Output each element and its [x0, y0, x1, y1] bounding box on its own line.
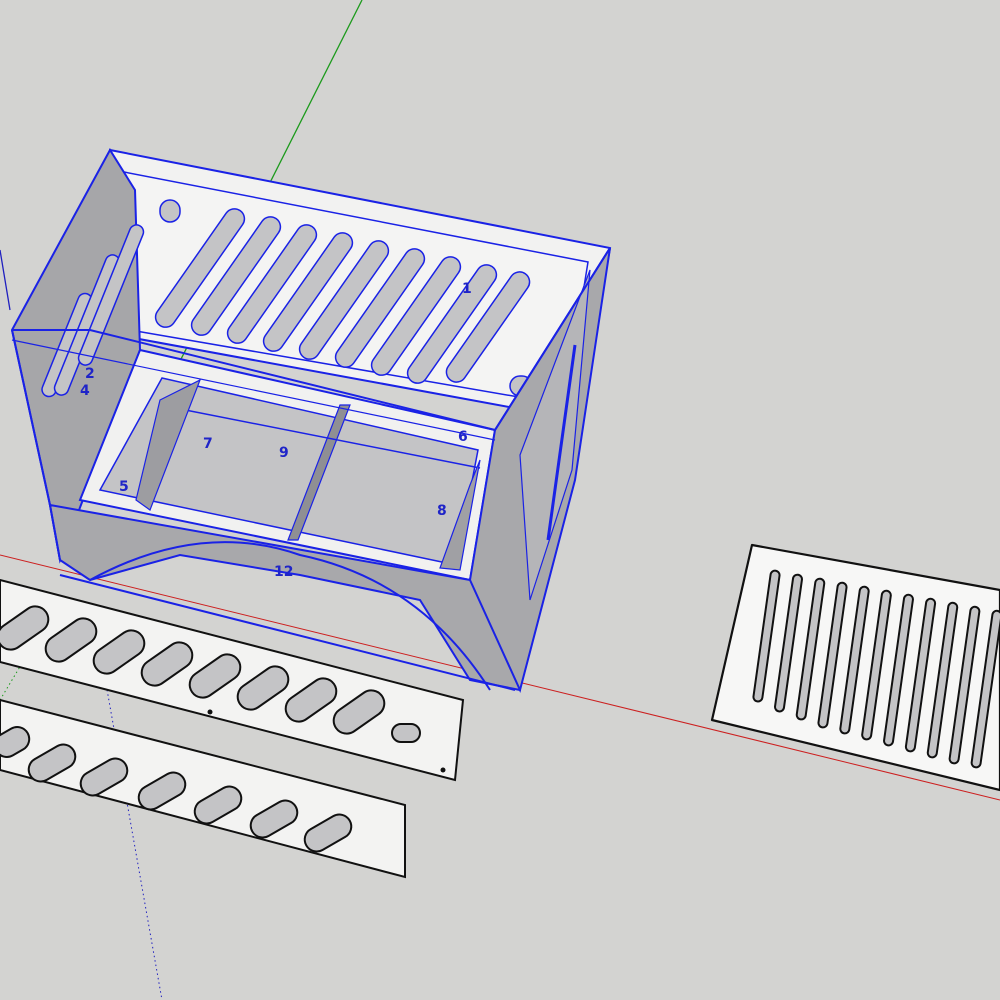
part-label-8: 8: [437, 503, 447, 519]
part-label-1: 1: [462, 281, 472, 297]
scene-canvas[interactable]: 1 2 4 5 6 7 8 9 12: [0, 0, 1000, 1000]
modeling-viewport[interactable]: 1 2 4 5 6 7 8 9 12: [0, 0, 1000, 1000]
part-label-9: 9: [279, 445, 289, 461]
part-label-4: 4: [80, 383, 90, 399]
part-label-7: 7: [203, 436, 213, 452]
part-label-2: 2: [85, 366, 95, 382]
part-label-5: 5: [119, 479, 129, 495]
blue-axis-solid: [0, 249, 11, 311]
loose-grille-plate[interactable]: [710, 543, 1000, 792]
part-label-6: 6: [458, 429, 468, 445]
part-label-12: 12: [274, 564, 293, 580]
